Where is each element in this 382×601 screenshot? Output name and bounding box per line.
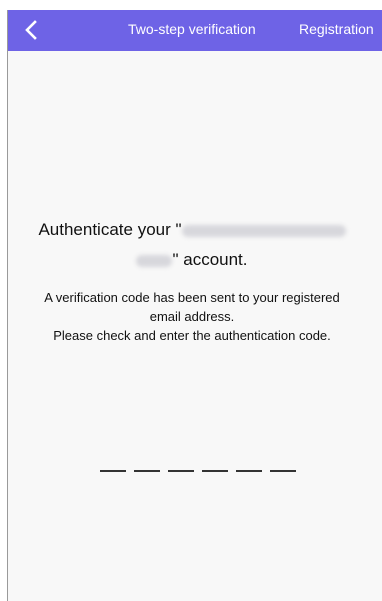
code-digit-slot[interactable]	[202, 470, 228, 472]
top-bar: Two-step verification Registration	[8, 10, 382, 51]
app-frame: Two-step verification Registration Authe…	[7, 10, 382, 601]
info-line-1: A verification code has been sent to you…	[44, 290, 340, 305]
code-digit-slot[interactable]	[134, 470, 160, 472]
auth-suffix: " account.	[172, 250, 248, 269]
authenticate-account-heading: Authenticate your "	[8, 220, 376, 240]
registration-link[interactable]: Registration	[299, 21, 374, 37]
info-line-2: email address.	[149, 309, 235, 324]
info-line-3: Please check and enter the authenticatio…	[53, 328, 331, 343]
code-digit-slot[interactable]	[168, 470, 194, 472]
verification-code-input[interactable]	[100, 464, 296, 478]
code-digit-slot[interactable]	[100, 470, 126, 472]
code-digit-slot[interactable]	[270, 470, 296, 472]
page-title: Two-step verification	[128, 21, 256, 37]
authenticate-account-heading-cont: " account.	[8, 250, 376, 270]
auth-prefix: Authenticate your "	[38, 220, 182, 239]
redacted-email-part2	[136, 254, 173, 267]
redacted-email-part1	[181, 224, 346, 237]
back-button[interactable]	[20, 18, 44, 42]
chevron-left-icon	[25, 20, 37, 40]
code-digit-slot[interactable]	[236, 470, 262, 472]
